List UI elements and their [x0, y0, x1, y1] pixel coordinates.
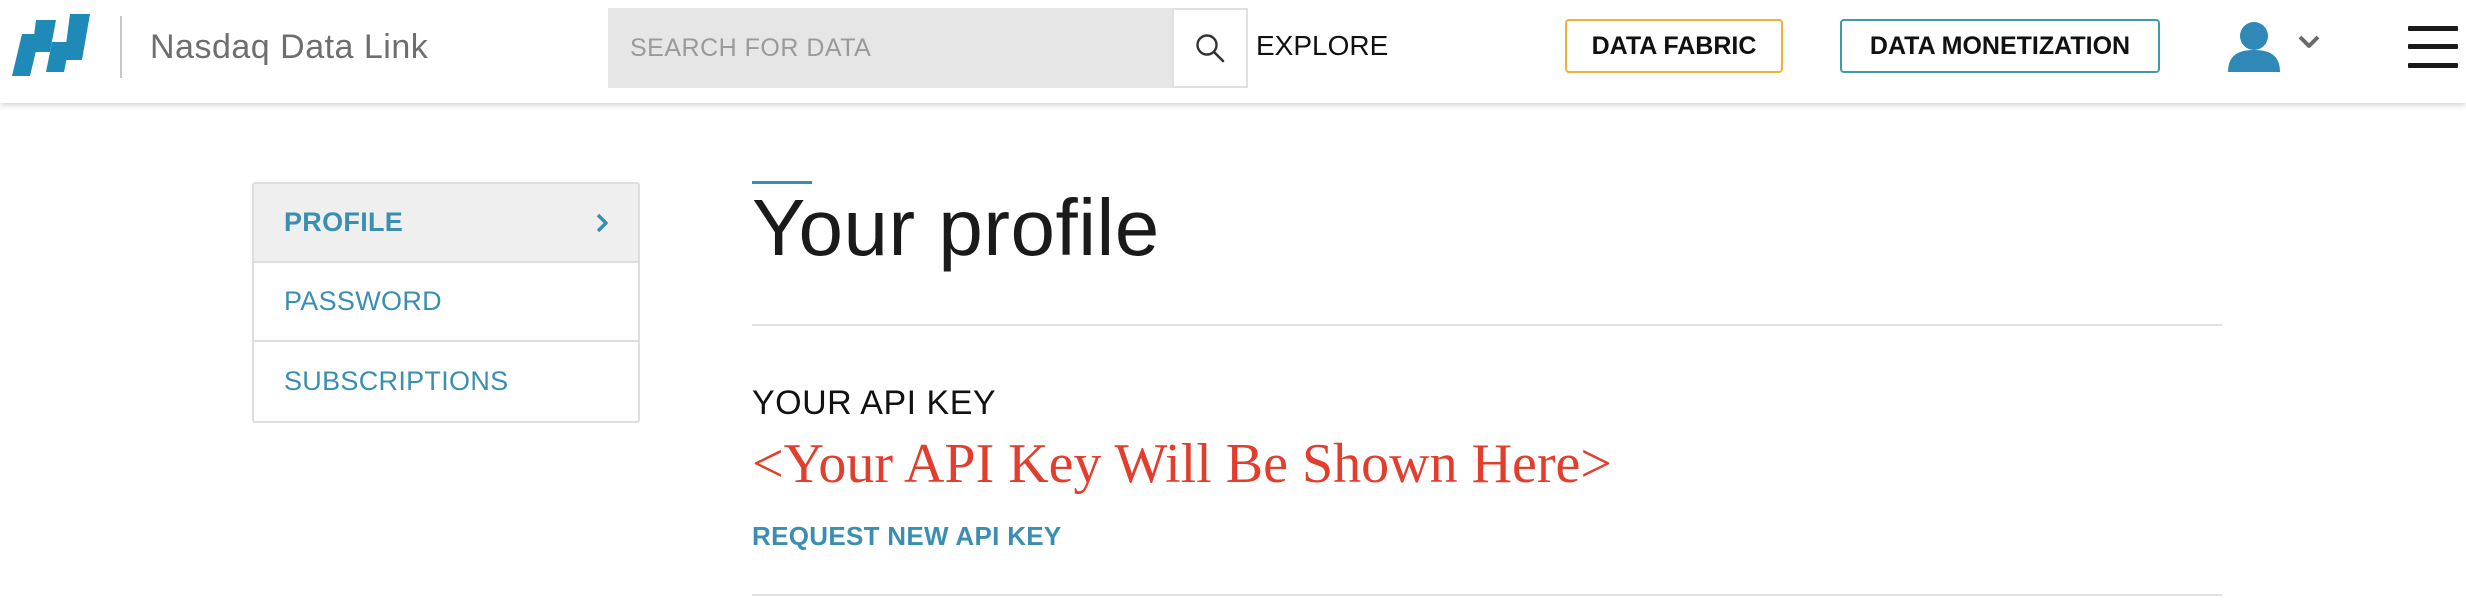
page-title: Your profile: [752, 183, 1160, 272]
user-avatar-icon[interactable]: [2226, 18, 2282, 74]
hamburger-line: [2408, 63, 2458, 68]
chevron-down-icon[interactable]: [2296, 32, 2322, 52]
sidebar-item-profile[interactable]: PROFILE: [254, 184, 638, 263]
profile-sidebar-nav: PROFILE PASSWORD SUBSCRIPTIONS: [252, 182, 640, 423]
hamburger-menu-icon[interactable]: [2408, 24, 2458, 70]
request-new-api-key-link[interactable]: REQUEST NEW API KEY: [752, 521, 1062, 552]
search-input[interactable]: [608, 8, 1172, 88]
sidebar-item-label: PROFILE: [284, 207, 404, 237]
chevron-right-icon: [596, 213, 608, 233]
divider: [752, 324, 2222, 326]
data-fabric-button[interactable]: DATA FABRIC: [1565, 19, 1783, 73]
api-key-heading: YOUR API KEY: [752, 384, 997, 422]
search-icon: [1196, 34, 1225, 63]
logo-divider: [120, 16, 122, 78]
brand-name[interactable]: Nasdaq Data Link: [150, 28, 428, 67]
data-monetization-button[interactable]: DATA MONETIZATION: [1840, 19, 2160, 73]
sidebar-item-subscriptions[interactable]: SUBSCRIPTIONS: [254, 342, 638, 421]
search-button[interactable]: [1172, 8, 1248, 88]
sidebar-item-label: PASSWORD: [284, 286, 442, 316]
hamburger-line: [2408, 26, 2458, 31]
explore-link[interactable]: EXPLORE: [1256, 30, 1388, 62]
sidebar-item-label: SUBSCRIPTIONS: [284, 366, 509, 396]
hamburger-line: [2408, 44, 2458, 49]
nasdaq-logo-icon[interactable]: [12, 12, 92, 78]
top-header: Nasdaq Data Link EXPLORE DATA FABRIC DAT…: [0, 0, 2466, 103]
divider: [752, 594, 2222, 596]
sidebar-item-password[interactable]: PASSWORD: [254, 263, 638, 342]
api-key-value: <Your API Key Will Be Shown Here>: [752, 433, 1612, 495]
